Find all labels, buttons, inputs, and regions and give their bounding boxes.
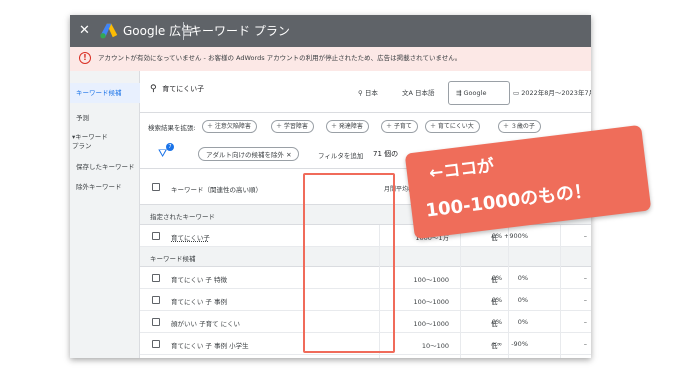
volume-cell: 100～1000 (413, 276, 449, 284)
volume-cell: 100～1000 (413, 320, 449, 328)
broaden-chip[interactable]: ＋ 育てにくい大 (425, 120, 480, 133)
filter-chip-label: アダルト向けの候補を除外 (206, 151, 284, 159)
competition-cell: 低 (491, 234, 498, 242)
google-ads-logo-icon (100, 23, 118, 39)
volume-cell: 10～100 (421, 342, 449, 350)
sidebar-item-forecast[interactable]: 予測 (76, 114, 89, 123)
account-alert-banner: ! アカウントが有効になっていません - お客様の AdWords アカウントの… (70, 47, 591, 71)
language-selector[interactable]: 文A 日本語 (402, 87, 435, 97)
search-engine-selector[interactable]: ⇶ Google (448, 81, 510, 105)
chip-label: ３歳の子 (510, 123, 535, 130)
impression-share-cell: – (583, 296, 587, 304)
competition-cell: 低 (491, 342, 498, 350)
sidebar-item-negative-keywords[interactable]: 除外キーワード (76, 183, 122, 192)
competition-cell: 低 (491, 320, 498, 328)
keyword-cell: 育てにくい 子 事例 (171, 298, 228, 306)
impression-share-cell: – (583, 340, 587, 348)
alert-icon: ! (79, 52, 91, 64)
chip-label: 育てにくい大 (437, 123, 474, 130)
sidebar-item-keyword-ideas[interactable]: キーワード候補 (76, 89, 122, 98)
filter-count-badge: 7 (166, 143, 174, 151)
page-title: キーワード プラン (190, 24, 290, 38)
add-filter-button[interactable]: フィルタを追加 (318, 150, 363, 160)
engine-value: Google (463, 89, 487, 97)
keyword-cell: 育てにくい 子 事例 小学生 (171, 342, 249, 350)
add-icon: ＋ (430, 123, 438, 130)
column-divider (460, 225, 461, 358)
callout-line-2: 100-1000のもの！ (424, 180, 593, 222)
location-pin-icon: ⚲ (358, 89, 365, 97)
add-icon: ＋ (207, 123, 215, 130)
close-icon[interactable]: ✕ (286, 151, 291, 159)
title-divider (183, 22, 184, 40)
chip-label: 注意欠陥障害 (214, 123, 251, 130)
date-range-selector[interactable]: ▭ 2022年8月～2023年7月 (513, 87, 591, 97)
volume-cell: 100～1000 (413, 298, 449, 306)
sidebar: キーワード候補 予測 ▾キーワード プラン 保存したキーワード 除外キーワード (70, 71, 140, 358)
broaden-label: 検索結果を拡張: (148, 124, 196, 132)
yoy-change-cell: 0% (517, 318, 528, 326)
chip-label: 子育て (393, 123, 412, 130)
alert-text: アカウントが有効になっていません - お客様の AdWords アカウントの利用… (98, 54, 462, 62)
network-icon: ⇶ (456, 89, 464, 97)
search-query: 育てにくい子 (162, 85, 205, 93)
select-all-checkbox[interactable] (152, 183, 160, 191)
keyword-cell[interactable]: 育てにくい子 (171, 232, 210, 242)
result-count: 71 個の (373, 150, 399, 158)
broaden-chip[interactable]: ＋ ３歳の子 (498, 120, 541, 133)
competition-cell: 低 (491, 276, 498, 284)
chip-label: 発達障害 (338, 123, 363, 130)
broaden-search-row: 検索結果を拡張: ＋ 注意欠陥障害 ＋ 学習障害 ＋ 発達障害 ＋ 子育て ＋ … (140, 113, 591, 139)
search-icon: ⚲ (150, 84, 157, 94)
date-range-value: 2022年8月～2023年7月 (521, 89, 591, 97)
top-bar: ✕ Google 広告 キーワード プラン (70, 15, 591, 47)
impression-share-cell: – (583, 274, 587, 282)
column-divider (508, 225, 509, 358)
keyword-cell: 育てにくい 子 特徴 (171, 276, 228, 284)
calendar-icon: ▭ (513, 89, 522, 97)
location-value: 日本 (364, 89, 378, 97)
location-selector[interactable]: ⚲ 日本 (358, 87, 378, 97)
keyword-column-header[interactable]: キーワード（関連性の高い順） (171, 184, 262, 194)
volume-column-highlight (303, 173, 395, 353)
adult-filter-chip[interactable]: アダルト向けの候補を除外 ✕ (198, 147, 299, 161)
impression-share-cell: – (583, 318, 587, 326)
sidebar-item-keyword-plan[interactable]: ▾キーワード プラン (72, 133, 108, 151)
chip-label: 学習障害 (283, 123, 308, 130)
broaden-chip[interactable]: ＋ 発達障害 (326, 120, 369, 133)
row-checkbox[interactable] (152, 340, 160, 348)
add-icon: ＋ (386, 123, 394, 130)
add-icon: ＋ (503, 123, 511, 130)
yoy-change-cell: -90% (511, 340, 528, 348)
callout-line-1: ←ココが (428, 156, 496, 184)
column-divider (560, 225, 561, 358)
yoy-change-cell: 0% (517, 274, 528, 282)
add-icon: ＋ (276, 123, 284, 130)
impression-share-cell: – (583, 232, 587, 240)
sidebar-item-saved-keywords[interactable]: 保存したキーワード (76, 163, 135, 172)
language-value: 日本語 (415, 89, 435, 97)
broaden-chip[interactable]: ＋ 注意欠陥障害 (202, 120, 257, 133)
section-label: キーワード候補 (150, 255, 196, 263)
row-checkbox[interactable] (152, 296, 160, 304)
add-icon: ＋ (331, 123, 339, 130)
row-checkbox[interactable] (152, 318, 160, 326)
broaden-chip[interactable]: ＋ 子育て (381, 120, 418, 133)
row-checkbox[interactable] (152, 232, 160, 240)
section-label: 指定されたキーワード (150, 213, 215, 221)
yoy-change-cell: 0% (517, 296, 528, 304)
translate-icon: 文A (402, 89, 416, 97)
keyword-cell: 顔がいい 子育て にくい (171, 320, 241, 328)
row-checkbox[interactable] (152, 274, 160, 282)
broaden-chip[interactable]: ＋ 学習障害 (271, 120, 314, 133)
competition-cell: 低 (491, 298, 498, 306)
close-icon[interactable]: ✕ (79, 23, 90, 39)
search-input[interactable]: ⚲ 育てにくい子 (150, 84, 204, 94)
search-row: ⚲ 育てにくい子 ⚲ 日本 文A 日本語 ⇶ Google ▭ 2022年8月～… (140, 71, 591, 113)
